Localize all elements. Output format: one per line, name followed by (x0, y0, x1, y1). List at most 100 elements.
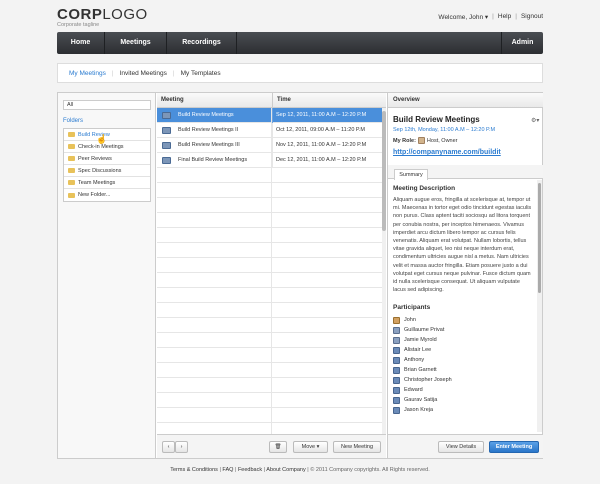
role-value: Host, Owner (426, 137, 458, 144)
welcome-user-dropdown[interactable]: Welcome, John ▾ (438, 13, 488, 21)
meeting-url-link[interactable]: http://companyname.com/buildit (393, 149, 501, 156)
folder-item-team-meetings[interactable]: Team Meetings (64, 177, 150, 189)
overview-date: Sep 12th, Monday, 11:00 A.M – 12:20 P.M (393, 127, 496, 133)
scrollbar-thumb[interactable] (538, 183, 541, 293)
overview-toolbar: View Details Enter Meeting (388, 434, 543, 458)
participant-avatar-icon (393, 366, 400, 374)
folder-icon (68, 144, 75, 149)
tab-my-meetings[interactable]: My Meetings (63, 70, 112, 77)
empty-table-row (157, 213, 382, 228)
meetings-table: Meeting Time Build Review Meetings Sep 12… (157, 93, 386, 458)
participant-item: Jamie Myrold (393, 335, 532, 345)
main-nav: Home Meetings Recordings Admin (57, 32, 543, 54)
folder-icon (68, 168, 75, 173)
meeting-time: Sep 12, 2011, 11:00 A.M – 12:20 P.M (272, 108, 366, 123)
footer-link-about[interactable]: About Company (266, 467, 305, 473)
nav-recordings[interactable]: Recordings (167, 32, 237, 54)
enter-meeting-button[interactable]: Enter Meeting (489, 441, 539, 453)
folder-item-peer-reviews[interactable]: Peer Reviews (64, 153, 150, 165)
participant-name: John (404, 317, 416, 324)
column-header-time[interactable]: Time (272, 93, 291, 108)
nav-admin[interactable]: Admin (501, 32, 543, 54)
participants-heading: Participants (393, 304, 431, 312)
participant-item: Anthony (393, 355, 532, 365)
empty-table-row (157, 408, 382, 423)
folder-item-spec-discussions[interactable]: Spec Discussions (64, 165, 150, 177)
meetings-table-header: Meeting Time (157, 93, 386, 108)
folder-icon (68, 132, 75, 137)
participant-name: Anthony (404, 357, 425, 364)
participant-name: Guillaume Privat (404, 327, 445, 334)
empty-table-row (157, 258, 382, 273)
tab-invited-meetings[interactable]: Invited Meetings (114, 70, 173, 77)
gear-dropdown-icon[interactable]: ⚙▾ (531, 117, 539, 124)
participant-name: Edward (404, 387, 423, 394)
meeting-description: Aliquam augue eros, fringilla at sceleri… (393, 197, 532, 294)
empty-table-row (157, 288, 382, 303)
participant-avatar-icon (393, 396, 400, 404)
participant-item: Edward (393, 385, 532, 395)
folders-sidebar: All Folders Build Review Check-in Meetin… (58, 93, 156, 458)
participant-avatar-icon (393, 386, 400, 394)
empty-table-row (157, 333, 382, 348)
folder-icon (68, 192, 75, 198)
host-avatar-icon (417, 137, 425, 144)
participant-item: Brian Garnett (393, 365, 532, 375)
participant-avatar-icon (393, 316, 400, 324)
meeting-row[interactable]: Build Review Meetings III Nov 12, 2011, 1… (157, 138, 382, 153)
footer-link-faq[interactable]: FAQ (222, 467, 233, 473)
main-panel: All Folders Build Review Check-in Meetin… (57, 92, 543, 459)
tab-summary[interactable]: Summary (394, 169, 428, 180)
participant-item: John (393, 315, 532, 325)
meeting-icon (162, 157, 171, 164)
logo-light-text: LOGO (102, 6, 148, 23)
meeting-time: Oct 12, 2011, 09:00 A.M – 11:20 P.M (272, 123, 365, 138)
meetings-toolbar: ‹ › 🗑 Move ▾ New Meeting (157, 434, 386, 458)
meeting-time: Dec 12, 2011, 11:00 A.M – 12:20 P.M (272, 153, 366, 168)
empty-table-row (157, 198, 382, 213)
meeting-row[interactable]: Build Review Meetings Sep 12, 2011, 11:00… (157, 108, 382, 123)
signout-link[interactable]: Signout (521, 13, 543, 21)
folder-filter-select[interactable]: All (63, 100, 151, 110)
overview-role: My Role: Host, Owner (393, 137, 458, 144)
empty-table-row (157, 378, 382, 393)
folder-item-new-folder[interactable]: New Folder... (64, 189, 150, 201)
participant-avatar-icon (393, 406, 400, 414)
help-link[interactable]: Help (498, 13, 511, 21)
footer-link-feedback[interactable]: Feedback (238, 467, 262, 473)
participant-item: Guillaume Privat (393, 325, 532, 335)
participant-avatar-icon (393, 336, 400, 344)
delete-button[interactable]: 🗑 (269, 441, 287, 453)
footer-link-terms[interactable]: Terms & Conditions (170, 467, 218, 473)
new-meeting-button[interactable]: New Meeting (333, 441, 381, 453)
participant-avatar-icon (393, 326, 400, 334)
meeting-icon (162, 142, 171, 149)
sub-nav: My Meetings | Invited Meetings | My Temp… (57, 63, 543, 83)
corp-logo: CORPLOGO (57, 7, 148, 22)
scrollbar-thumb[interactable] (382, 111, 386, 231)
overview-header: Overview (388, 93, 543, 108)
page-footer: Terms & Conditions | FAQ | Feedback | Ab… (170, 467, 430, 473)
column-header-meeting[interactable]: Meeting (161, 97, 184, 103)
prev-page-button[interactable]: ‹ (162, 441, 175, 453)
view-details-button[interactable]: View Details (438, 441, 484, 453)
hand-cursor-icon: ☝ (96, 134, 108, 144)
role-label: My Role: (393, 137, 416, 144)
logo-bold-text: CORP (57, 6, 103, 23)
meetings-scrollbar[interactable] (382, 108, 386, 434)
meeting-row[interactable]: Build Review Meetings II Oct 12, 2011, 09… (157, 123, 382, 138)
meeting-row[interactable]: Final Build Review Meetings Dec 12, 2011,… (157, 153, 382, 168)
next-page-button[interactable]: › (175, 441, 188, 453)
nav-home[interactable]: Home (57, 32, 105, 54)
overview-title: Build Review Meetings (393, 115, 480, 124)
nav-meetings[interactable]: Meetings (105, 32, 167, 54)
tab-my-templates[interactable]: My Templates (175, 70, 227, 77)
move-button[interactable]: Move ▾ (293, 441, 328, 453)
meeting-icon (162, 127, 171, 134)
overview-scrollbar[interactable] (537, 180, 542, 432)
user-menu: Welcome, John ▾ | Help | Signout (438, 13, 543, 21)
folders-label: Folders (63, 118, 84, 124)
participant-name: Jason Kreja (404, 407, 434, 414)
participant-name: Brian Garnett (404, 367, 437, 374)
participants-list: John Guillaume Privat Jamie Myrold Alistair… (393, 315, 532, 415)
